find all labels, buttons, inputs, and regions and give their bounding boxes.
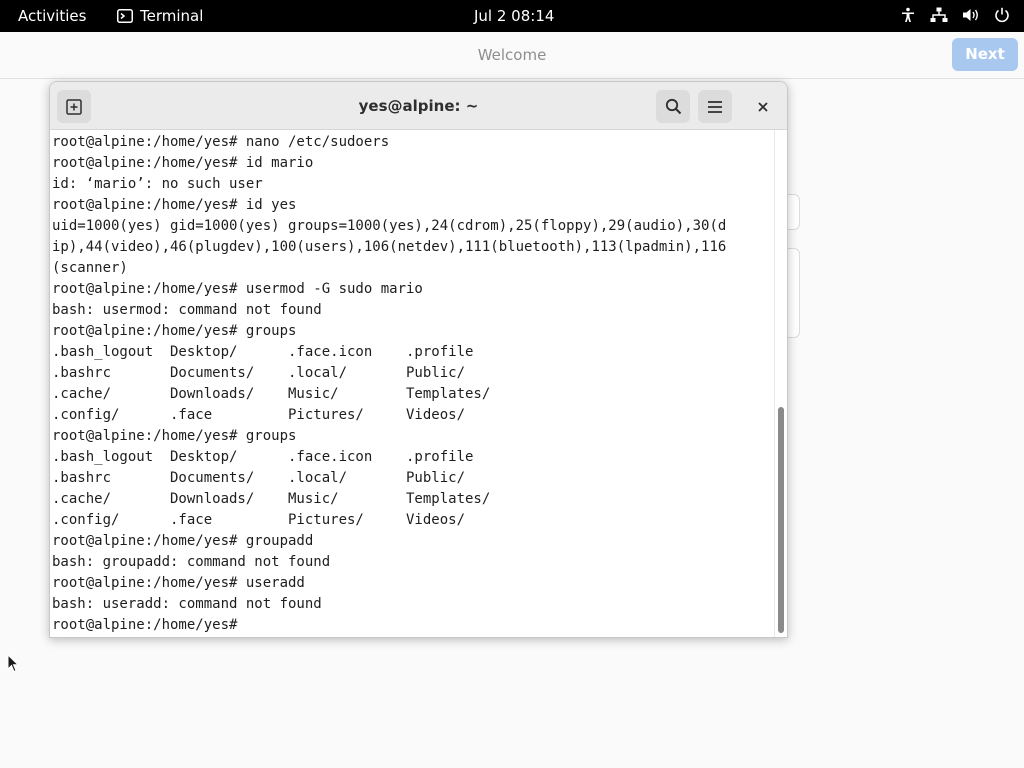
terminal-output[interactable]: root@alpine:/home/yes# nano /etc/sudoers… bbox=[50, 130, 774, 637]
activities-button[interactable]: Activities bbox=[18, 7, 86, 25]
welcome-title: Welcome bbox=[477, 46, 547, 64]
terminal-line: root@alpine:/home/yes# usermod -G sudo m… bbox=[52, 281, 423, 297]
network-icon[interactable] bbox=[930, 7, 948, 23]
search-button[interactable] bbox=[656, 90, 690, 123]
terminal-line: .cache/ Downloads/ Music/ Templates/ bbox=[52, 491, 491, 507]
terminal-line: root@alpine:/home/yes# groups bbox=[52, 428, 297, 444]
mouse-pointer-icon bbox=[7, 654, 19, 673]
close-button[interactable] bbox=[746, 90, 780, 123]
terminal-line: id: ‘mario’: no such user bbox=[52, 176, 263, 192]
app-menu[interactable]: Terminal bbox=[117, 7, 203, 25]
terminal-text: root@alpine:/home/yes# nano /etc/sudoers… bbox=[52, 132, 726, 636]
terminal-line: bash: useradd: command not found bbox=[52, 596, 322, 612]
power-icon[interactable] bbox=[994, 7, 1010, 23]
terminal-line: .bashrc Documents/ .local/ Public/ bbox=[52, 470, 466, 486]
terminal-line: root@alpine:/home/yes# bbox=[52, 617, 246, 633]
terminal-line: root@alpine:/home/yes# id yes bbox=[52, 197, 297, 213]
terminal-line: .config/ .face Pictures/ Videos/ bbox=[52, 407, 466, 423]
terminal-header-bar[interactable]: yes@alpine: ~ bbox=[50, 82, 787, 130]
terminal-line: root@alpine:/home/yes# nano /etc/sudoers bbox=[52, 134, 390, 150]
scrollbar[interactable] bbox=[774, 130, 787, 637]
system-tray[interactable] bbox=[900, 7, 1010, 23]
terminal-line: (scanner) bbox=[52, 260, 128, 276]
terminal-line: root@alpine:/home/yes# groups bbox=[52, 323, 297, 339]
next-button[interactable]: Next bbox=[952, 38, 1018, 71]
welcome-header: Welcome Next bbox=[0, 32, 1024, 79]
terminal-line: .bashrc Documents/ .local/ Public/ bbox=[52, 365, 466, 381]
accessibility-icon[interactable] bbox=[900, 7, 916, 23]
hamburger-icon bbox=[708, 100, 722, 113]
terminal-line: root@alpine:/home/yes# id mario bbox=[52, 155, 314, 171]
terminal-line: .bash_logout Desktop/ .face.icon .profil… bbox=[52, 449, 474, 465]
top-bar: Activities Terminal Jul 2 08:14 bbox=[0, 0, 1024, 32]
close-icon bbox=[758, 101, 768, 112]
terminal-line: root@alpine:/home/yes# useradd bbox=[52, 575, 305, 591]
terminal-line: uid=1000(yes) gid=1000(yes) groups=1000(… bbox=[52, 218, 727, 234]
volume-icon[interactable] bbox=[962, 7, 980, 23]
terminal-line: bash: usermod: command not found bbox=[52, 302, 322, 318]
terminal-line: .bash_logout Desktop/ .face.icon .profil… bbox=[52, 344, 474, 360]
terminal-line: ip),44(video),46(plugdev),100(users),106… bbox=[52, 239, 727, 255]
scrollbar-thumb[interactable] bbox=[778, 407, 784, 633]
terminal-line: .config/ .face Pictures/ Videos/ bbox=[52, 512, 466, 528]
terminal-icon bbox=[117, 9, 133, 23]
clock[interactable]: Jul 2 08:14 bbox=[474, 7, 554, 25]
menu-button[interactable] bbox=[698, 90, 732, 123]
app-name: Terminal bbox=[140, 7, 204, 25]
terminal-window[interactable]: yes@alpine: ~ root@alpine:/home/yes# nan… bbox=[49, 81, 788, 638]
terminal-line: .cache/ Downloads/ Music/ Templates/ bbox=[52, 386, 491, 402]
search-icon bbox=[665, 98, 681, 115]
terminal-line: root@alpine:/home/yes# groupadd bbox=[52, 533, 314, 549]
terminal-line: bash: groupadd: command not found bbox=[52, 554, 331, 570]
